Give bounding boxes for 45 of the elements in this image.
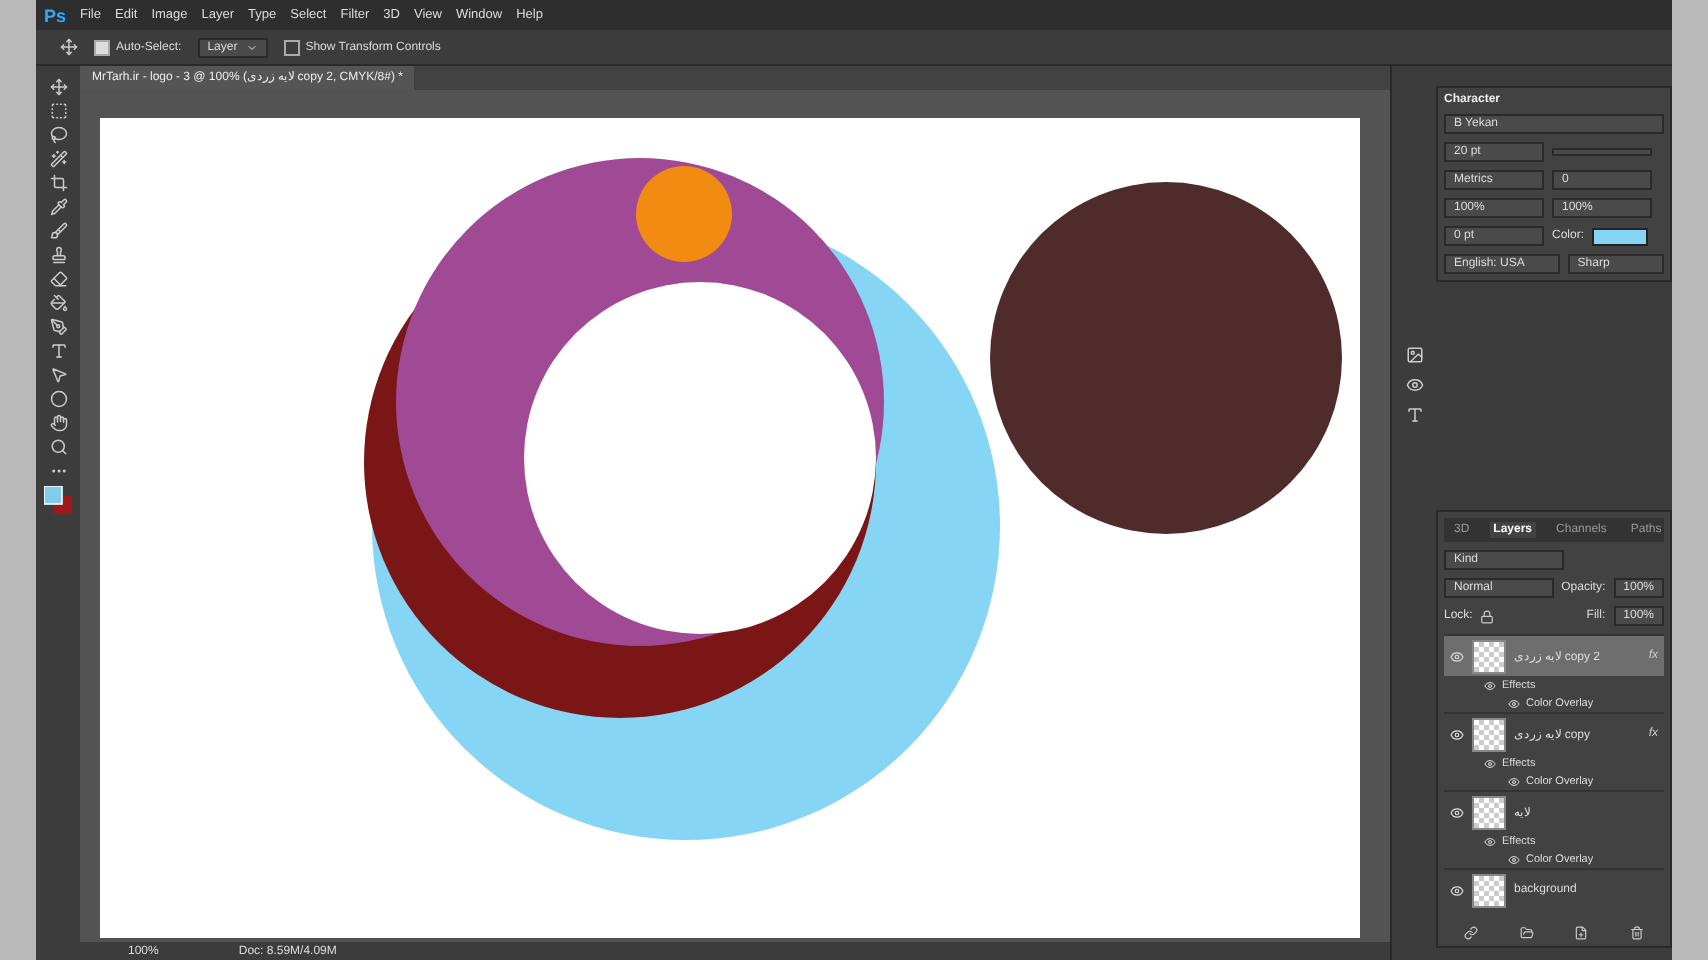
marquee-tool-icon[interactable] <box>49 102 67 120</box>
visibility-icon[interactable] <box>1450 727 1464 741</box>
eyedropper-tool-icon[interactable] <box>49 198 67 216</box>
color-swatch[interactable] <box>1592 227 1649 245</box>
visibility-icon[interactable] <box>1508 853 1520 865</box>
folder-icon[interactable] <box>1519 926 1534 940</box>
visibility-icon[interactable] <box>1450 649 1464 663</box>
eraser-tool-icon[interactable] <box>49 270 67 288</box>
layer-thumbnail <box>1472 873 1506 907</box>
crop-tool-icon[interactable] <box>49 174 67 192</box>
lasso-tool-icon[interactable] <box>49 126 67 144</box>
image-icon[interactable] <box>1405 346 1423 364</box>
stamp-tool-icon[interactable] <box>49 246 67 264</box>
move-tool-icon[interactable] <box>49 78 67 96</box>
color-swatches-icon <box>44 486 72 514</box>
visibility-icon[interactable] <box>1484 679 1496 691</box>
visibility-icon[interactable] <box>1484 835 1496 847</box>
checkbox[interactable] <box>283 39 300 55</box>
hand-tool-icon[interactable] <box>49 414 67 432</box>
move-tool-icon[interactable] <box>60 38 78 56</box>
visibility-icon[interactable] <box>1450 805 1464 819</box>
layer-thumbnail <box>1472 795 1506 829</box>
eye-icon[interactable] <box>1405 376 1423 394</box>
pointer-tool-icon[interactable] <box>49 366 67 384</box>
lock-icon[interactable] <box>1480 609 1495 623</box>
visibility-icon[interactable] <box>1484 757 1496 769</box>
brush-tool-icon[interactable] <box>49 222 67 240</box>
type-icon[interactable] <box>1405 406 1423 424</box>
new-layer-icon[interactable] <box>1574 926 1589 940</box>
zoom-tool-icon[interactable] <box>49 438 67 456</box>
type-tool-icon[interactable] <box>49 342 67 360</box>
trash-icon[interactable] <box>1629 926 1644 940</box>
layer-thumbnail <box>1472 639 1506 673</box>
bucket-tool-icon[interactable] <box>49 294 67 312</box>
visibility-icon[interactable] <box>1450 883 1464 897</box>
checkbox[interactable] <box>94 39 110 55</box>
visibility-icon[interactable] <box>1508 697 1520 709</box>
app-logo: Ps <box>44 5 67 25</box>
caret-icon <box>245 41 258 53</box>
link-icon[interactable] <box>1464 926 1479 940</box>
pen-tool-icon[interactable] <box>49 318 67 336</box>
layer-thumbnail <box>1472 717 1506 751</box>
wand-tool-icon[interactable] <box>49 150 67 168</box>
ellipse-tool-icon[interactable] <box>49 390 67 408</box>
visibility-icon[interactable] <box>1508 775 1520 787</box>
